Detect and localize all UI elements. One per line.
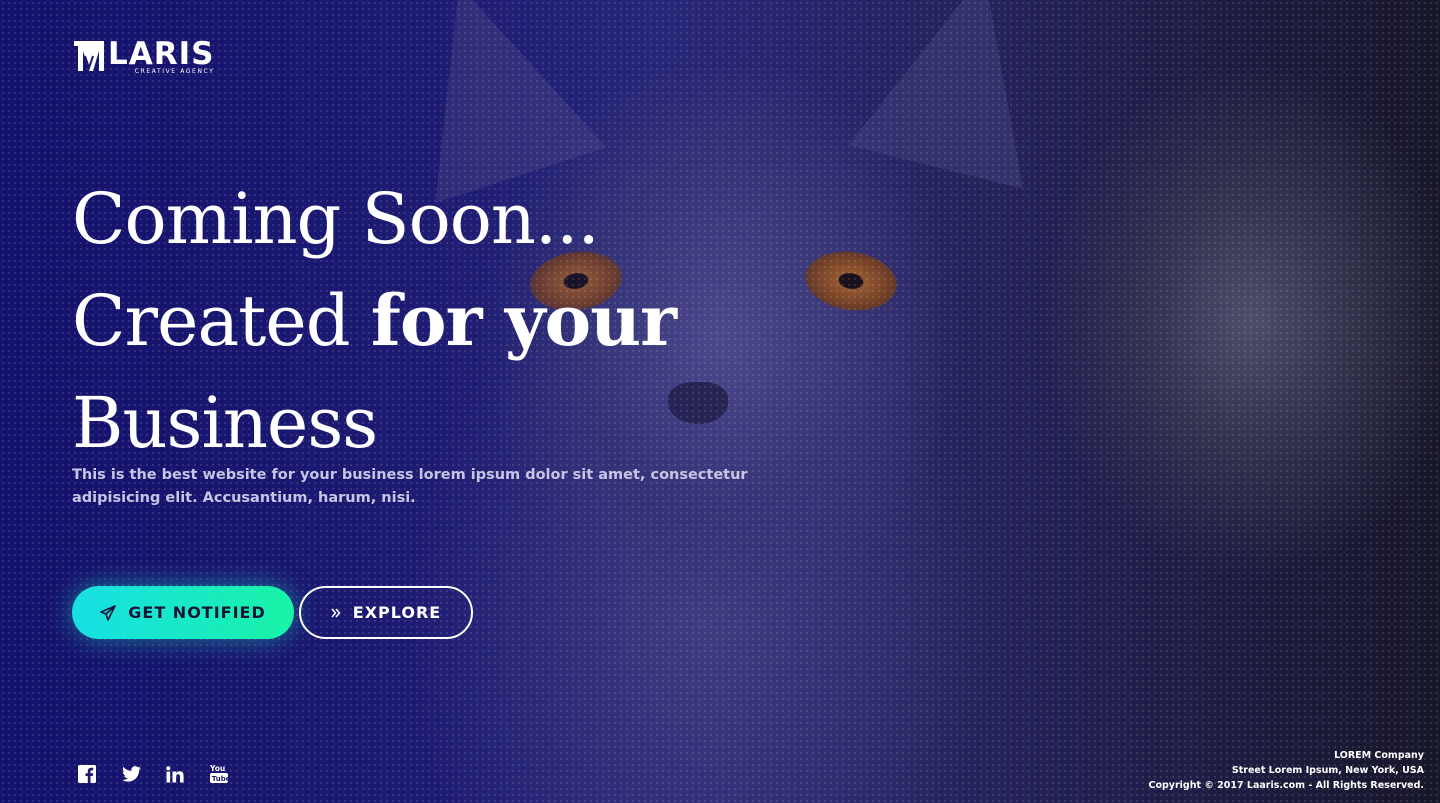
facebook-icon[interactable] (78, 764, 122, 784)
svg-text:You: You (210, 764, 225, 773)
company-name: LOREM Company (1334, 750, 1424, 761)
brand-name: LARIS (108, 36, 215, 72)
double-chevron-right-icon (331, 608, 341, 618)
linkedin-icon[interactable] (166, 764, 210, 784)
paper-plane-icon (100, 604, 117, 621)
explore-button[interactable]: EXPLORE (299, 586, 473, 639)
headline-line-1: Coming Soon... (72, 178, 600, 260)
svg-text:Tube: Tube (212, 775, 228, 783)
get-notified-label: GET NOTIFIED (128, 603, 266, 622)
logo-mark-icon (74, 41, 104, 72)
headline-emphasis: for your (371, 270, 677, 372)
twitter-icon[interactable] (122, 764, 166, 784)
headline-line-2-prefix: Created (72, 280, 371, 362)
headline-line-2: Created for your (72, 270, 677, 372)
youtube-icon[interactable]: You Tube (210, 764, 254, 784)
hero-description: This is the best website for your busine… (72, 467, 748, 506)
footer-info: LOREM Company Street Lorem Ipsum, New Yo… (1149, 748, 1425, 793)
get-notified-button[interactable]: GET NOTIFIED (72, 586, 294, 639)
copyright-text: Copyright © 2017 Laaris.com - All Rights… (1148, 780, 1425, 791)
explore-label: EXPLORE (352, 603, 442, 622)
social-links: You Tube (78, 764, 254, 784)
brand-logo[interactable]: LARIS CREATIVE AGENCY (72, 38, 214, 75)
headline-line-3: Business (72, 382, 378, 464)
hero-headline: Coming Soon... Created for your Business (72, 168, 677, 474)
company-address: Street Lorem Ipsum, New York, USA (1231, 765, 1424, 776)
